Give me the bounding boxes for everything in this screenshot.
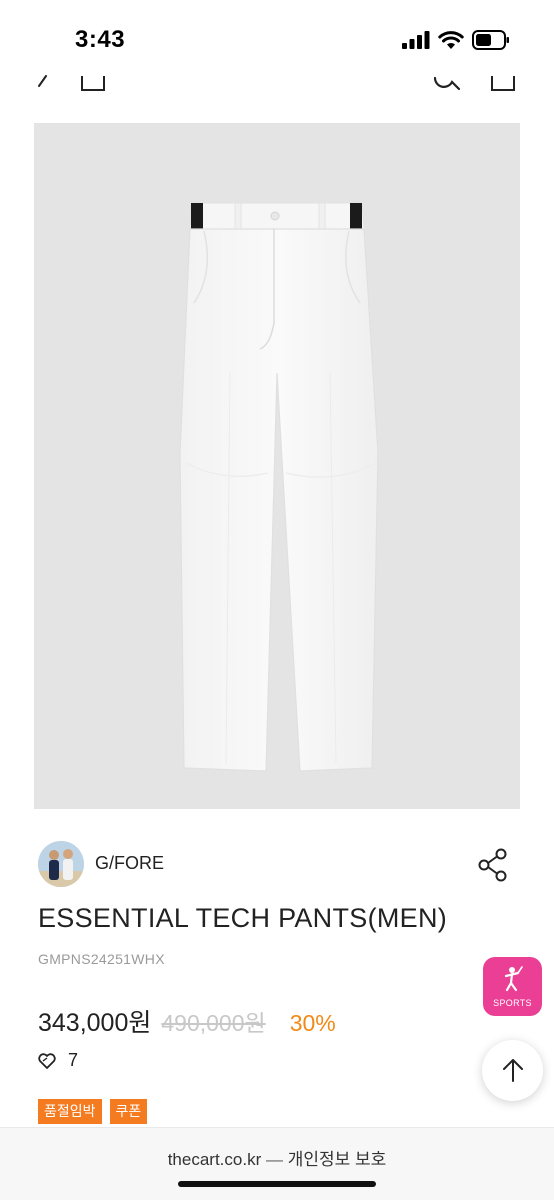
back-chevron-icon[interactable] (34, 60, 50, 94)
brand-avatar-photo (38, 841, 84, 887)
privacy-label: 개인정보 보호 (287, 1150, 387, 1169)
scroll-to-top-button[interactable] (482, 1040, 543, 1101)
like-row[interactable]: 7 (38, 1050, 78, 1071)
product-title: ESSENTIAL TECH PANTS(MEN) (38, 903, 448, 933)
sports-floating-button[interactable]: SPORTS (483, 957, 542, 1016)
discount-rate: 30% (289, 1010, 336, 1036)
sports-label: SPORTS (493, 998, 532, 1008)
original-price: 490,000원 (161, 1010, 266, 1036)
badge-coupon: 쿠폰 (109, 1099, 148, 1124)
top-nav (0, 60, 554, 94)
browser-bottom-bar: thecart.co.kr — 개인정보 보호 (0, 1127, 554, 1200)
browser-url-bar[interactable]: thecart.co.kr — 개인정보 보호 (0, 1145, 554, 1170)
home-indicator (178, 1181, 376, 1187)
golfer-icon (504, 966, 523, 992)
product-code: GMPNS24251WHX (38, 951, 165, 967)
badge-list: 품절임박 쿠폰 (38, 1099, 148, 1124)
search-icon[interactable] (432, 60, 462, 94)
arrow-up-icon (503, 1059, 523, 1082)
brand-name[interactable]: G/FORE (95, 853, 164, 874)
price-row: 343,000원 490,000원 30% (38, 1003, 336, 1039)
sale-price: 343,000원 (38, 1009, 152, 1037)
share-button[interactable] (475, 846, 513, 884)
battery-icon (472, 30, 509, 50)
cellular-signal-icon (402, 31, 430, 49)
url-domain: thecart.co.kr (167, 1150, 262, 1169)
wifi-icon (438, 30, 464, 49)
cart-icon[interactable] (490, 60, 516, 94)
url-separator: — (265, 1150, 283, 1169)
product-image[interactable] (34, 123, 520, 809)
home-icon[interactable] (80, 60, 106, 94)
white-pants-illustration (179, 202, 379, 772)
like-count: 7 (68, 1050, 79, 1070)
heart-icon[interactable] (38, 1052, 56, 1069)
status-time: 3:43 (75, 26, 126, 53)
badge-low-stock: 품절임박 (38, 1099, 102, 1124)
brand-avatar[interactable] (38, 841, 84, 887)
status-icons (402, 30, 510, 50)
share-icon (478, 848, 507, 882)
